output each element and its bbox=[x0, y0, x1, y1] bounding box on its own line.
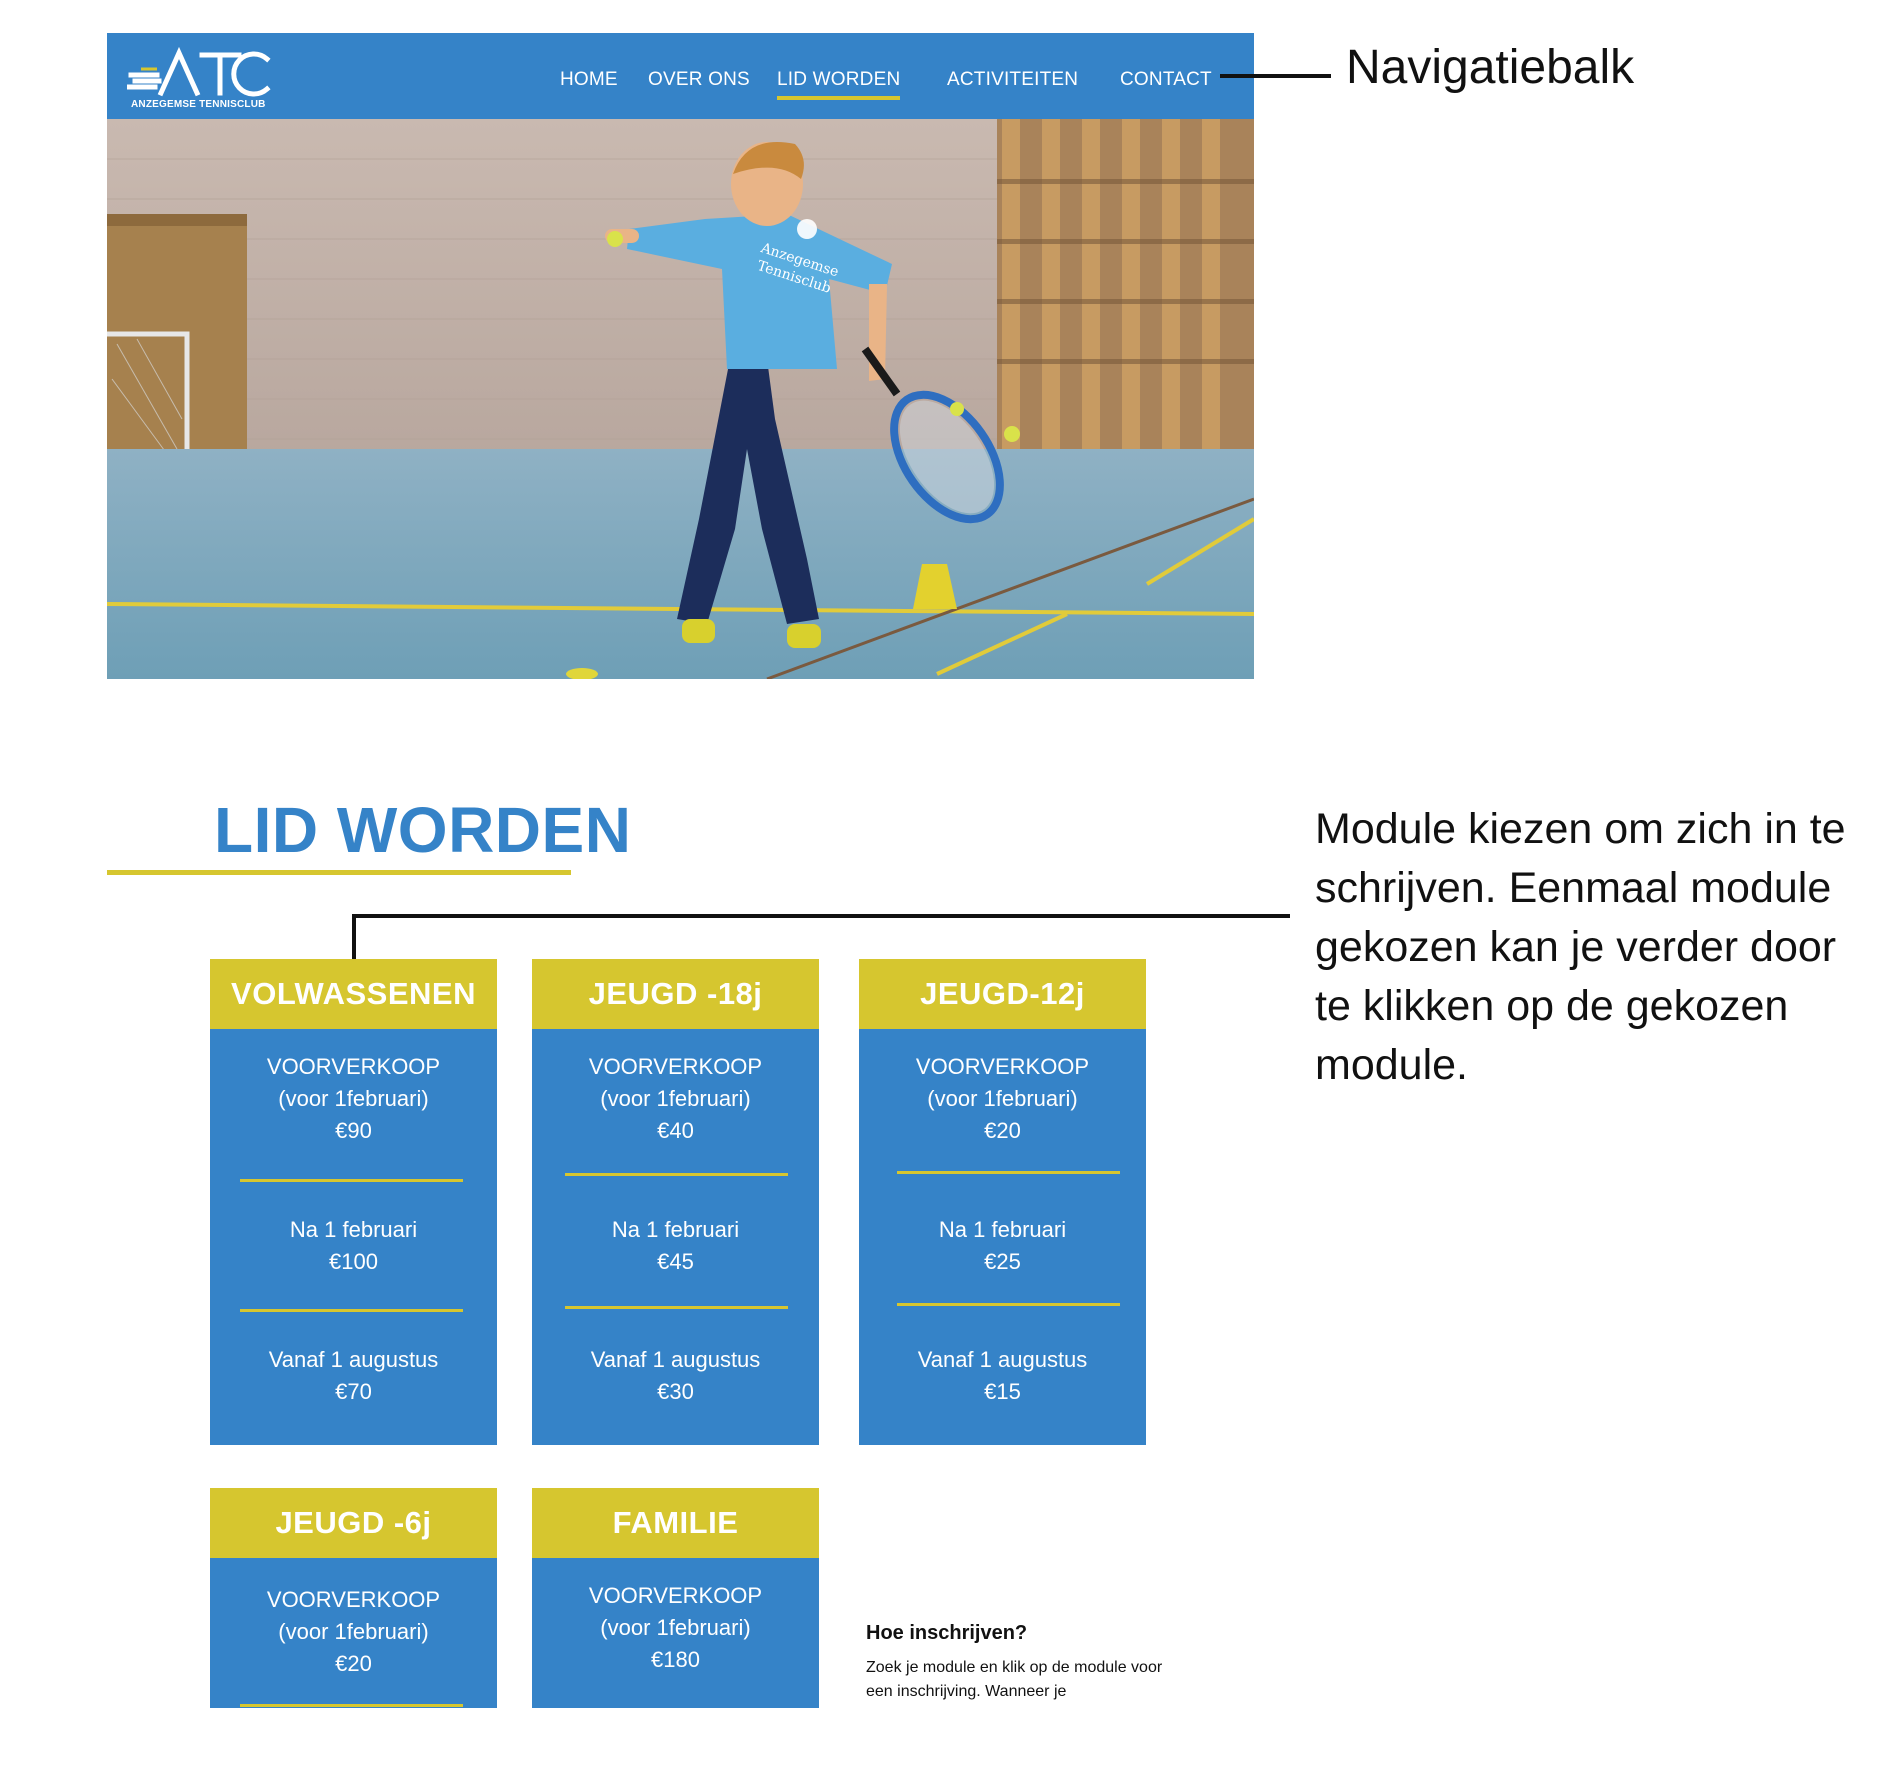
section-title: LID WORDEN bbox=[214, 794, 632, 866]
price-value: €20 bbox=[335, 1651, 372, 1676]
price-voorverkoop: VOORVERKOOP (voor 1februari) €20 bbox=[210, 1584, 497, 1680]
card-divider bbox=[240, 1309, 463, 1312]
price-voorverkoop: VOORVERKOOP (voor 1februari) €90 bbox=[210, 1051, 497, 1147]
price-vanaf-augustus: Vanaf 1 augustus €30 bbox=[532, 1344, 819, 1408]
price-label: Vanaf 1 augustus bbox=[590, 1347, 761, 1372]
price-label: Na 1 februari bbox=[938, 1217, 1067, 1242]
price-label: Vanaf 1 augustus bbox=[268, 1347, 439, 1372]
navbar: ANZEGEMSE TENNISCLUB HOME OVER ONS LID W… bbox=[107, 33, 1254, 119]
price-value: €20 bbox=[984, 1118, 1021, 1143]
card-title: VOLWASSENEN bbox=[210, 959, 497, 1029]
price-voorverkoop: VOORVERKOOP (voor 1februari) €40 bbox=[532, 1051, 819, 1147]
module-callout-line bbox=[352, 914, 1290, 959]
module-card-familie[interactable]: FAMILIE VOORVERKOOP (voor 1februari) €18… bbox=[532, 1488, 819, 1718]
club-logo[interactable]: ANZEGEMSE TENNISCLUB bbox=[127, 45, 277, 111]
price-value: €180 bbox=[651, 1647, 700, 1672]
price-period: (voor 1februari) bbox=[927, 1086, 1078, 1111]
price-period: (voor 1februari) bbox=[600, 1615, 751, 1640]
nav-activiteiten[interactable]: ACTIVITEITEN bbox=[947, 69, 1078, 91]
price-label: Na 1 februari bbox=[289, 1217, 418, 1242]
price-label: VOORVERKOOP bbox=[915, 1054, 1090, 1079]
price-vanaf-augustus: Vanaf 1 augustus €15 bbox=[859, 1344, 1146, 1408]
price-value: €40 bbox=[657, 1118, 694, 1143]
card-divider bbox=[565, 1306, 788, 1309]
price-label: VOORVERKOOP bbox=[266, 1587, 441, 1612]
card-title: FAMILIE bbox=[532, 1488, 819, 1558]
price-label: VOORVERKOOP bbox=[588, 1054, 763, 1079]
nav-home[interactable]: HOME bbox=[560, 69, 618, 91]
price-na-februari: Na 1 februari €100 bbox=[210, 1214, 497, 1278]
nav-lid-worden[interactable]: LID WORDEN bbox=[777, 69, 901, 100]
module-card-jeugd-6[interactable]: JEUGD -6j VOORVERKOOP (voor 1februari) €… bbox=[210, 1488, 497, 1718]
card-divider bbox=[240, 1179, 463, 1182]
nav-contact[interactable]: CONTACT bbox=[1120, 69, 1212, 91]
price-value: €45 bbox=[657, 1249, 694, 1274]
annotation-navigatiebalk: Navigatiebalk bbox=[1346, 41, 1635, 94]
card-title: JEUGD -6j bbox=[210, 1488, 497, 1558]
card-title: JEUGD -18j bbox=[532, 959, 819, 1029]
annotation-module: Module kiezen om zich in te schrijven. E… bbox=[1315, 805, 1846, 1089]
card-divider bbox=[565, 1173, 788, 1176]
nav-over-ons[interactable]: OVER ONS bbox=[648, 69, 750, 91]
price-value: €15 bbox=[984, 1379, 1021, 1404]
price-na-februari: Na 1 februari €25 bbox=[859, 1214, 1146, 1278]
card-divider bbox=[240, 1704, 463, 1707]
card-title: JEUGD-12j bbox=[859, 959, 1146, 1029]
price-label: VOORVERKOOP bbox=[266, 1054, 441, 1079]
logo-mark bbox=[127, 46, 271, 97]
price-voorverkoop: VOORVERKOOP (voor 1februari) €180 bbox=[532, 1580, 819, 1676]
hero-image: Anzegemse Tennisclub bbox=[107, 119, 1254, 679]
module-card-volwassenen[interactable]: VOLWASSENEN VOORVERKOOP (voor 1februari)… bbox=[210, 959, 497, 1445]
card-divider bbox=[897, 1171, 1120, 1174]
price-voorverkoop: VOORVERKOOP (voor 1februari) €20 bbox=[859, 1051, 1146, 1147]
price-value: €90 bbox=[335, 1118, 372, 1143]
price-value: €100 bbox=[329, 1249, 378, 1274]
price-na-februari: Na 1 februari €45 bbox=[532, 1214, 819, 1278]
module-card-jeugd-18[interactable]: JEUGD -18j VOORVERKOOP (voor 1februari) … bbox=[532, 959, 819, 1445]
mockup-crop-edge bbox=[0, 1708, 1890, 1772]
price-label: VOORVERKOOP bbox=[588, 1583, 763, 1608]
price-label: Vanaf 1 augustus bbox=[917, 1347, 1088, 1372]
how-to-register-title: Hoe inschrijven? bbox=[866, 1622, 1028, 1644]
price-value: €30 bbox=[657, 1379, 694, 1404]
title-underline bbox=[107, 870, 571, 875]
how-to-register-text: Zoek je module en klik op de module voor… bbox=[866, 1659, 1163, 1700]
module-card-jeugd-12[interactable]: JEUGD-12j VOORVERKOOP (voor 1februari) €… bbox=[859, 959, 1146, 1445]
price-value: €25 bbox=[984, 1249, 1021, 1274]
price-period: (voor 1februari) bbox=[278, 1086, 429, 1111]
price-period: (voor 1februari) bbox=[600, 1086, 751, 1111]
price-label: Na 1 februari bbox=[611, 1217, 740, 1242]
price-value: €70 bbox=[335, 1379, 372, 1404]
price-vanaf-augustus: Vanaf 1 augustus €70 bbox=[210, 1344, 497, 1408]
price-period: (voor 1februari) bbox=[278, 1619, 429, 1644]
card-divider bbox=[897, 1303, 1120, 1306]
logo-subtitle: ANZEGEMSE TENNISCLUB bbox=[131, 99, 266, 110]
